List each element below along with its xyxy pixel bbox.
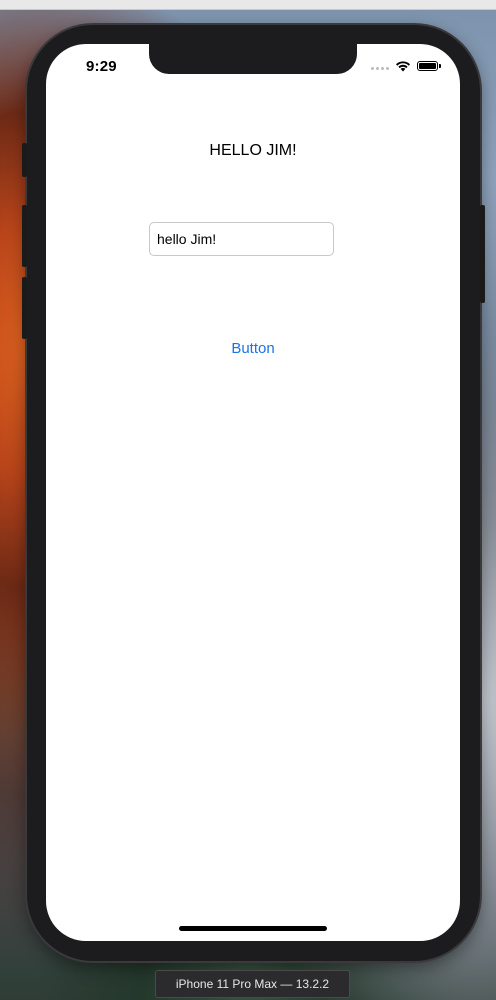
power-button[interactable]: [480, 205, 485, 303]
status-time: 9:29: [86, 58, 117, 75]
battery-icon: [417, 61, 441, 71]
wifi-icon: [396, 61, 410, 72]
status-icons: [371, 59, 441, 73]
notch: [149, 44, 357, 74]
window-top-strip: [0, 0, 496, 10]
iphone-screen: 9:29 HELLO JIM! Button: [46, 44, 460, 941]
home-indicator[interactable]: [179, 926, 327, 931]
silent-switch[interactable]: [22, 143, 27, 177]
action-button[interactable]: Button: [46, 340, 460, 357]
simulator-device-label: iPhone 11 Pro Max — 13.2.2: [155, 970, 350, 998]
signal-dots-icon: [371, 62, 389, 70]
volume-up-button[interactable]: [22, 205, 27, 267]
name-text-field[interactable]: [149, 222, 334, 256]
volume-down-button[interactable]: [22, 277, 27, 339]
greeting-label: HELLO JIM!: [209, 142, 297, 159]
